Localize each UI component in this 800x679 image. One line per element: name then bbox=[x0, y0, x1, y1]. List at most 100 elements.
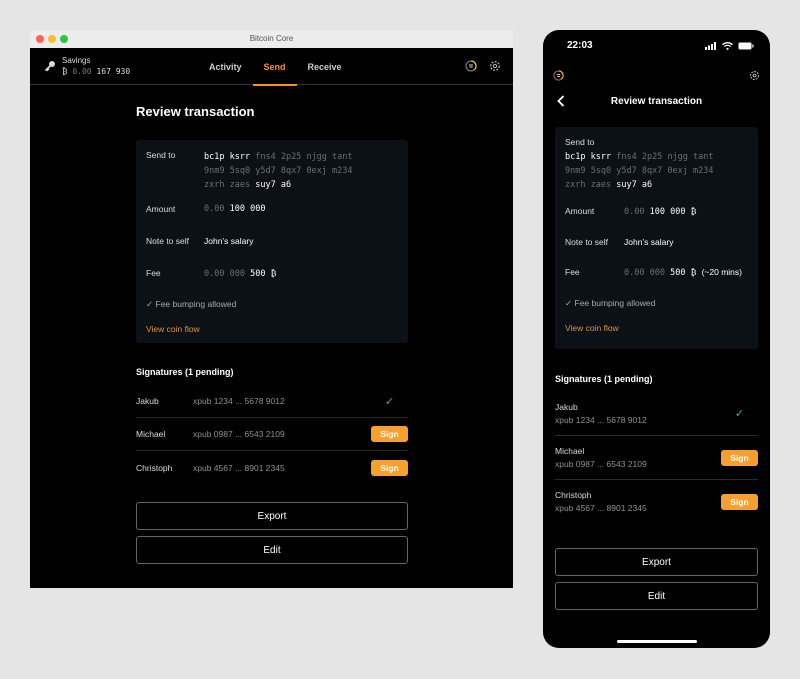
address-chunk: njgg bbox=[306, 152, 327, 162]
transaction-details-card: Send to bc1p ksrr fns4 2p25 njgg tant 9n… bbox=[555, 127, 758, 349]
send-to-row: Send to bc1p ksrr fns4 2p25 njgg tant 9n… bbox=[146, 150, 398, 192]
desktop-window: Bitcoin Core Savings ₿ 0.00 167 930 Acti… bbox=[30, 30, 513, 588]
page-title: Review transaction bbox=[610, 96, 703, 107]
address-chunk: 0exj bbox=[667, 166, 688, 176]
amount-label: Amount bbox=[565, 206, 595, 216]
fee-row: Fee 0.00 000 500 ₿ bbox=[146, 268, 398, 279]
address-chunk: 8qx7 bbox=[280, 166, 302, 176]
note-label: Note to self bbox=[146, 236, 189, 246]
amount-number: 100 000 bbox=[229, 204, 266, 214]
signed-check-icon: ✓ bbox=[734, 408, 745, 420]
signer-name: Michael bbox=[555, 445, 585, 456]
gear-icon[interactable] bbox=[489, 60, 501, 72]
fee-label: Fee bbox=[565, 267, 580, 277]
signer-row: Jakub xpub 1234 ... 5678 9012 ✓ bbox=[555, 392, 758, 436]
fee-eta: (~20 mins) bbox=[701, 267, 742, 277]
bitcoin-symbol: ₿ bbox=[270, 269, 277, 279]
amount-row: Amount 0.00 100 000 ₿ bbox=[565, 206, 748, 217]
address-chunk: a6 bbox=[641, 180, 653, 190]
wallet-balance: ₿ 0.00 167 930 bbox=[62, 67, 130, 76]
fee-bumping-label: Fee bumping allowed bbox=[155, 299, 237, 309]
signed-check-icon: ✓ bbox=[384, 395, 395, 408]
address-chunk: bc1p bbox=[204, 152, 225, 162]
send-to-label: Send to bbox=[146, 150, 176, 160]
note-value: John’s salary bbox=[624, 237, 674, 247]
edit-button[interactable]: Edit bbox=[136, 536, 408, 564]
signers-list: Jakub xpub 1234 ... 5678 9012 ✓ Michael … bbox=[555, 392, 758, 524]
sign-button[interactable]: Sign bbox=[371, 459, 408, 476]
gear-icon[interactable] bbox=[749, 70, 760, 81]
note-value: John’s salary bbox=[204, 236, 254, 246]
sign-button[interactable]: Sign bbox=[721, 494, 758, 510]
signers-list: Jakub xpub 1234 ... 5678 9012 ✓ Michael … bbox=[136, 385, 408, 484]
view-coin-flow-link[interactable]: View coin flow bbox=[565, 323, 748, 333]
fee-number: 500 bbox=[670, 268, 686, 278]
address-chunk: tant bbox=[693, 152, 714, 162]
edit-button[interactable]: Edit bbox=[555, 582, 758, 610]
signer-xpub: xpub 0987 ... 6543 2109 bbox=[193, 429, 285, 439]
fee-bumping-status: ✓ Fee bumping allowed bbox=[565, 298, 748, 309]
title-bar: Bitcoin Core bbox=[30, 30, 513, 48]
sign-button[interactable]: Sign bbox=[721, 449, 758, 466]
recipient-address: bc1p ksrr fns4 2p25 njgg tant 9nm9 5sq0 … bbox=[204, 150, 353, 192]
amount-dim: 0.00 bbox=[624, 207, 645, 217]
tab-receive[interactable]: Receive bbox=[297, 48, 353, 85]
signer-name: Jakub bbox=[136, 396, 159, 406]
signer-xpub: xpub 1234 ... 5678 9012 bbox=[193, 396, 285, 406]
address-chunk: ksrr bbox=[229, 152, 251, 162]
address-chunk: suy7 bbox=[616, 180, 637, 190]
signer-row: Michael xpub 0987 ... 6543 2109 Sign bbox=[555, 436, 758, 480]
sign-button[interactable]: Sign bbox=[371, 426, 408, 442]
amount-row: Amount 0.00 100 000 bbox=[146, 204, 398, 214]
address-line: bc1p ksrr fns4 2p25 njgg tant bbox=[565, 150, 748, 164]
send-to-label: Send to bbox=[565, 137, 595, 147]
address-chunk: 9nm9 bbox=[204, 166, 225, 176]
address-chunk: njgg bbox=[667, 152, 688, 162]
fee-bumping-label: Fee bumping allowed bbox=[574, 298, 656, 308]
bitcoin-symbol: ₿ bbox=[690, 268, 697, 278]
fee-value: 0.00 000 500 ₿ (~20 mins) bbox=[624, 267, 742, 278]
address-chunk: m234 bbox=[332, 166, 353, 176]
signer-name: Christoph bbox=[136, 462, 173, 473]
address-chunk: suy7 bbox=[255, 180, 276, 190]
address-chunk: 2p25 bbox=[641, 152, 663, 162]
top-nav: Savings ₿ 0.00 167 930 Activity Send Rec… bbox=[30, 48, 513, 86]
wifi-icon bbox=[722, 41, 733, 50]
amount-label: Amount bbox=[146, 204, 176, 214]
address-line: bc1p ksrr fns4 2p25 njgg tant bbox=[204, 150, 353, 164]
status-time: 22:03 bbox=[567, 40, 593, 51]
wallet-selector[interactable]: Savings ₿ 0.00 167 930 bbox=[44, 56, 130, 76]
home-indicator[interactable] bbox=[617, 640, 697, 643]
export-button[interactable]: Export bbox=[555, 548, 758, 576]
address-chunk: 8qx7 bbox=[641, 166, 663, 176]
view-coin-flow-link[interactable]: View coin flow bbox=[146, 324, 398, 334]
note-label: Note to self bbox=[565, 237, 608, 247]
tab-activity[interactable]: Activity bbox=[198, 48, 253, 85]
window-title: Bitcoin Core bbox=[249, 34, 294, 43]
signer-row: Michael xpub 0987 ... 6543 2109 Sign bbox=[136, 418, 408, 451]
network-status-icon[interactable] bbox=[465, 60, 477, 72]
address-line: zxrh zaes suy7 a6 bbox=[565, 178, 748, 192]
address-chunk: ksrr bbox=[590, 152, 612, 162]
balance-dim: 0.00 bbox=[72, 67, 92, 76]
amount-value: 0.00 100 000 ₿ bbox=[624, 206, 696, 217]
signer-xpub: xpub 1234 ... 5678 9012 bbox=[555, 414, 647, 425]
transaction-details-card: Send to bc1p ksrr fns4 2p25 njgg tant 9n… bbox=[136, 140, 408, 343]
phone-screen: 22:03 Review transaction Send to bc1p ks… bbox=[543, 30, 770, 648]
address-chunk: 2p25 bbox=[280, 152, 302, 162]
signer-name: Christoph bbox=[555, 490, 592, 500]
address-chunk: a6 bbox=[280, 180, 292, 190]
signer-row: Christoph xpub 4567 ... 8901 2345 Sign bbox=[555, 480, 758, 524]
page-title: Review transaction bbox=[136, 104, 255, 119]
amount-number: 100 000 bbox=[649, 207, 686, 217]
address-chunk: zxrh bbox=[565, 180, 586, 190]
export-button[interactable]: Export bbox=[136, 502, 408, 530]
note-row: Note to self John’s salary bbox=[565, 237, 748, 247]
address-chunk: zaes bbox=[229, 180, 251, 190]
amount-value: 0.00 100 000 bbox=[204, 204, 265, 214]
network-status-icon[interactable] bbox=[553, 70, 564, 81]
bitcoin-symbol: ₿ bbox=[62, 67, 68, 76]
signer-xpub: xpub 4567 ... 8901 2345 bbox=[193, 462, 285, 473]
fee-dim: 0.00 000 bbox=[624, 268, 665, 278]
tab-send[interactable]: Send bbox=[252, 48, 297, 86]
